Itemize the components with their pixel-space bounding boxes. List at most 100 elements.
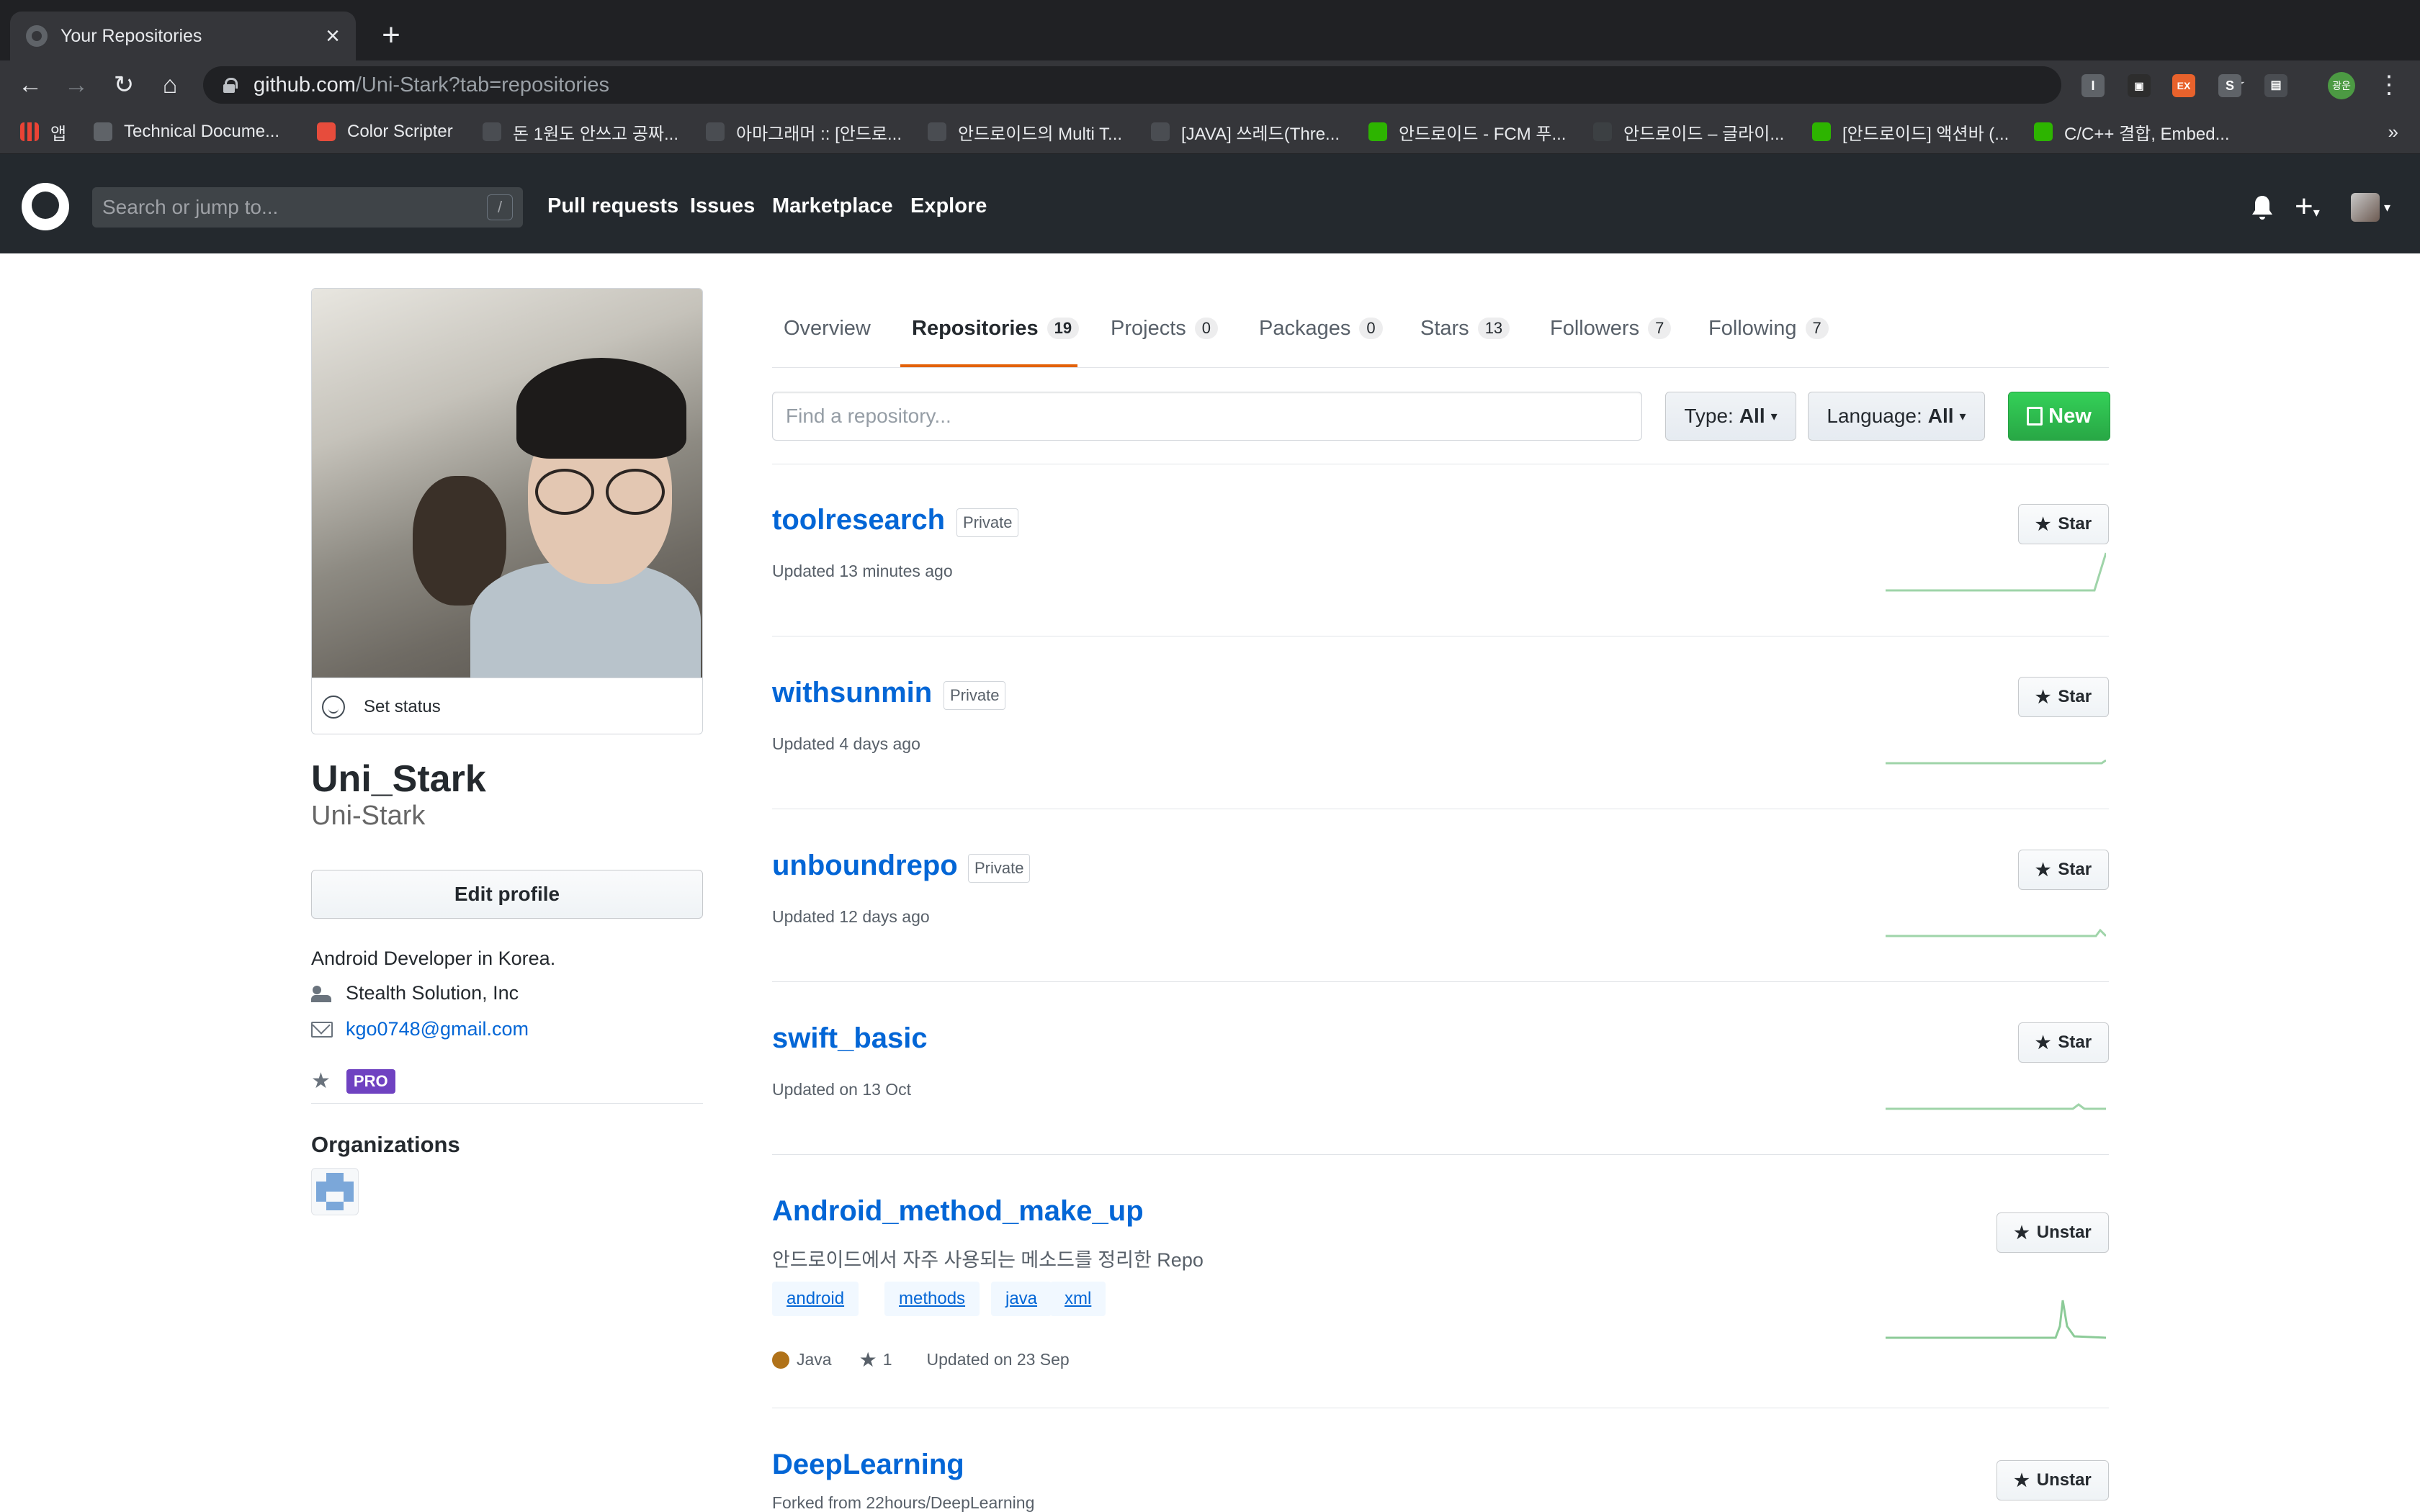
bookmark-item[interactable]: Technical Docume... — [94, 118, 279, 145]
identicon-pixel — [316, 1192, 326, 1202]
language-filter-dropdown[interactable]: Language: All ▾ — [1808, 392, 1985, 441]
close-tab-icon[interactable]: × — [326, 24, 340, 48]
star-button-label: Unstar — [2036, 1470, 2092, 1490]
pro-badge[interactable]: PRO — [346, 1068, 395, 1094]
edit-profile-button[interactable]: Edit profile — [311, 870, 703, 919]
notifications-bell-icon[interactable] — [2250, 194, 2275, 220]
topic-tag[interactable]: android — [772, 1282, 859, 1316]
star-icon[interactable]: ★ — [859, 1348, 877, 1372]
repo-name-link[interactable]: unboundrepo — [772, 850, 958, 882]
global-search-input[interactable] — [102, 196, 487, 219]
topic-tag[interactable]: xml — [1050, 1282, 1106, 1316]
extension-icon[interactable]: ▣ — [2128, 74, 2151, 97]
star-button[interactable]: ★ Star — [2018, 850, 2109, 890]
new-tab-icon[interactable]: + — [373, 17, 409, 53]
email-link[interactable]: kgo0748@gmail.com — [346, 1018, 529, 1040]
bookmark-item[interactable]: 안드로이드 – 글라이... — [1593, 118, 1784, 145]
bookmark-label: [안드로이드] 액션바 (... — [1842, 124, 2009, 144]
bookmark-item[interactable]: [JAVA] 쓰레드(Thre... — [1151, 118, 1340, 145]
address-bar[interactable]: github.com/Uni-Stark?tab=repositories ☆ — [203, 66, 2246, 104]
nav-marketplace[interactable]: Marketplace — [772, 194, 893, 218]
extension-icon[interactable]: I — [2081, 74, 2105, 97]
avatar — [2351, 193, 2380, 222]
tab-counter: 0 — [1194, 318, 1219, 339]
language-filter-label: Language: — [1827, 405, 1922, 427]
bookmark-item[interactable]: Color Scripter — [317, 118, 453, 145]
extension-icon[interactable]: ▤ — [2264, 74, 2287, 97]
type-filter-dropdown[interactable]: Type: All ▾ — [1665, 392, 1796, 441]
extension-icon[interactable]: EX — [2172, 74, 2195, 97]
identicon-pixel — [344, 1192, 354, 1202]
organization-avatar[interactable] — [311, 1168, 359, 1215]
star-button[interactable]: ★ Star — [2018, 504, 2109, 544]
star-icon: ★ — [2014, 1470, 2030, 1490]
bookmark-label: Technical Docume... — [124, 122, 280, 141]
plus-icon: + — [2295, 189, 2313, 224]
browser-profile-avatar[interactable]: 광운 — [2328, 72, 2355, 99]
repo-name-link[interactable]: DeepLearning — [772, 1449, 964, 1481]
home-icon[interactable]: ⌂ — [154, 69, 186, 101]
tab-following[interactable]: Following 7 — [1708, 314, 1829, 343]
tab-projects[interactable]: Projects 0 — [1111, 314, 1219, 343]
repo-list-item: withsunmin Private Updated 4 days ago ★ S… — [772, 677, 2109, 809]
forward-arrow-icon[interactable]: → — [60, 69, 92, 101]
repo-description: 안드로이드에서 자주 사용되는 메소드를 정리한 Repo — [772, 1249, 1204, 1271]
bookmark-item[interactable]: [안드로이드] 액션바 (... — [1812, 118, 2009, 145]
back-arrow-icon[interactable]: ← — [14, 69, 46, 101]
nav-explore[interactable]: Explore — [910, 194, 987, 218]
github-header: / Pull requests Issues Marketplace Explo… — [0, 154, 2420, 253]
bookmarks-overflow-icon[interactable]: » — [2388, 118, 2398, 145]
set-status-button[interactable]: Set status — [312, 678, 702, 734]
tab-stars[interactable]: Stars 13 — [1420, 314, 1510, 343]
repo-name-link[interactable]: Android_method_make_up — [772, 1195, 1144, 1228]
bookmark-label: 앱 — [50, 124, 67, 144]
tab-followers[interactable]: Followers 7 — [1550, 314, 1672, 343]
star-button[interactable]: ★ Star — [2018, 1022, 2109, 1063]
bookmark-item[interactable]: 안드로이드의 Multi T... — [928, 118, 1122, 145]
reload-icon[interactable]: ↻ — [108, 69, 140, 101]
browser-tab[interactable]: Your Repositories × — [10, 12, 356, 60]
tab-counter: 19 — [1047, 318, 1080, 339]
bookmark-item[interactable]: 돈 1원도 안쓰고 공짜... — [483, 118, 678, 145]
repo-list-item: swift_basic Updated on 13 Oct ★ Star — [772, 1022, 2109, 1155]
star-button-label: Unstar — [2036, 1223, 2092, 1242]
topic-tag[interactable]: java — [991, 1282, 1052, 1316]
bookmarks-bar: 앱 Technical Docume... Color Scripter 돈 1… — [0, 109, 2420, 154]
naver-blog-icon — [1368, 122, 1387, 141]
nav-issues[interactable]: Issues — [690, 194, 755, 218]
repo-name-link[interactable]: swift_basic — [772, 1022, 928, 1055]
bookmark-apps[interactable]: 앱 — [20, 118, 66, 145]
global-search[interactable]: / — [92, 187, 523, 228]
find-repository-input[interactable] — [772, 392, 1642, 441]
bookmark-item[interactable]: 아마그래머 :: [안드로... — [706, 118, 902, 145]
browser-menu-icon[interactable]: ⋮ — [2377, 69, 2401, 101]
color-scripter-icon — [317, 122, 336, 141]
star-button[interactable]: ★ Star — [2018, 677, 2109, 717]
tistory-icon — [706, 122, 725, 141]
bookmark-item[interactable]: 안드로이드 - FCM 푸... — [1368, 118, 1566, 145]
repo-stargazers-count[interactable]: 1 — [883, 1350, 892, 1369]
extension-icon[interactable]: S — [2218, 74, 2241, 97]
unstar-button[interactable]: ★ Unstar — [1996, 1212, 2109, 1253]
language-color-dot — [772, 1351, 789, 1369]
github-logo-icon[interactable] — [22, 183, 69, 230]
unstar-button[interactable]: ★ Unstar — [1996, 1460, 2109, 1500]
new-repository-button[interactable]: New — [2008, 392, 2110, 441]
tab-packages[interactable]: Packages 0 — [1259, 314, 1383, 343]
repo-name-link[interactable]: withsunmin — [772, 677, 932, 709]
topic-tag[interactable]: methods — [884, 1282, 980, 1316]
star-button-label: Star — [2058, 1032, 2092, 1052]
bracket-doc-icon — [94, 122, 112, 141]
create-new-menu[interactable]: +▾ — [2295, 189, 2320, 230]
repo-name-link[interactable]: toolresearch — [772, 504, 945, 536]
repo-book-icon — [2027, 407, 2043, 426]
profile-photo[interactable] — [312, 289, 702, 678]
tab-repositories[interactable]: Repositories 19 — [912, 314, 1080, 343]
bookmark-item[interactable]: C/C++ 결합, Embed... — [2034, 118, 2230, 145]
user-avatar-menu[interactable]: ▾ — [2351, 193, 2390, 222]
caret-down-icon: ▾ — [1770, 408, 1778, 423]
tab-overview[interactable]: Overview — [784, 314, 871, 343]
star-icon: ★ — [2035, 860, 2051, 880]
nav-pull-requests[interactable]: Pull requests — [547, 194, 678, 218]
profile-fullname: Uni_Stark — [311, 758, 486, 800]
